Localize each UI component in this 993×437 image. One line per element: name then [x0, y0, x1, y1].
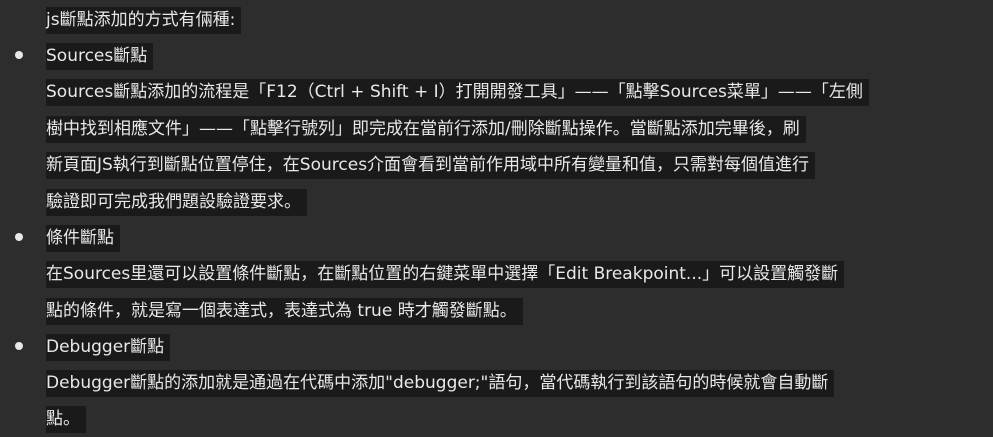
- section-sources-line-1: Sources斷點添加的流程是「F12（Ctrl + Shift + I）打開開…: [46, 79, 869, 106]
- bullet-icon: [15, 51, 23, 59]
- section-debugger-line-1: Debugger斷點的添加就是通過在代碼中添加"debugger;"語句，當代碼…: [46, 370, 835, 397]
- section-title-sources: Sources斷點: [46, 43, 154, 70]
- section-conditional-line-1: 在Sources里還可以設置條件斷點，在斷點位置的右鍵菜單中選擇「Edit Br…: [46, 261, 845, 288]
- intro-text: js斷點添加的方式有倆種:: [46, 7, 242, 34]
- section-conditional-line-2: 點的條件，就是寫一個表達式，表達式為 true 時才觸發斷點。: [46, 298, 523, 325]
- section-debugger-line-2: 點。: [46, 406, 86, 433]
- section-title-debugger: Debugger斷點: [46, 334, 171, 361]
- section-title-conditional: 條件斷點: [46, 225, 120, 252]
- document-page: js斷點添加的方式有倆種: Sources斷點 Sources斷點添加的流程是「…: [0, 0, 993, 437]
- bullet-icon: [15, 233, 23, 241]
- section-sources-line-4: 驗證即可完成我們題設驗證要求。: [46, 189, 307, 216]
- section-sources-line-3: 新頁面JS執行到斷點位置停住，在Sources介面會看到當前作用域中所有變量和值…: [46, 152, 816, 179]
- section-sources-line-2: 樹中找到相應文件」——「點擊行號列」即完成在當前行添加/刪除斷點操作。當斷點添加…: [46, 116, 806, 143]
- bullet-icon: [15, 342, 23, 350]
